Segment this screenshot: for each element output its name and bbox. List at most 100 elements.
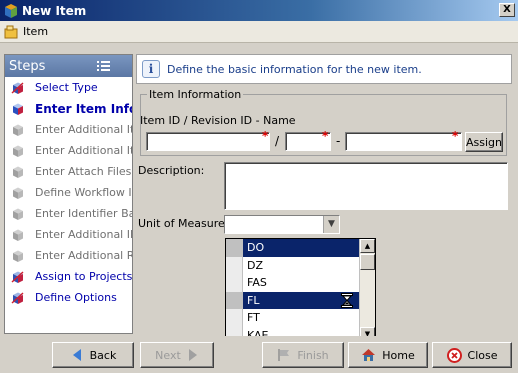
next-label: Next <box>155 348 181 362</box>
step-label: Select Type <box>35 81 98 94</box>
cube-pending-icon <box>13 187 23 199</box>
step-item[interactable]: Enter Additional Iter <box>5 140 132 161</box>
step-label: Assign to Projectss <box>35 270 133 283</box>
option-gutter <box>226 274 243 292</box>
name-input[interactable] <box>345 132 462 151</box>
step-item[interactable]: Enter Attach Files In <box>5 161 132 182</box>
item-header: Item <box>0 21 518 43</box>
step-label: Define Options <box>35 291 117 304</box>
cube-done-icon <box>11 291 24 304</box>
steps-header: Steps <box>5 55 132 77</box>
cube-pending-icon <box>13 250 23 262</box>
description-label: Description: <box>138 164 205 177</box>
info-banner: i Define the basic information for the n… <box>136 54 512 84</box>
item-header-label: Item <box>23 25 49 38</box>
uom-option-label: FAS <box>247 276 267 290</box>
uom-option[interactable]: FL <box>226 291 375 309</box>
step-label: Enter Identifier Basi <box>35 207 132 220</box>
arrow-right-icon <box>188 349 197 361</box>
uom-option[interactable]: DZ <box>226 256 375 274</box>
main-panel: i Define the basic information for the n… <box>136 54 512 342</box>
cube-done-icon <box>11 81 24 94</box>
uom-option-label: FT <box>247 311 260 325</box>
step-item[interactable]: Select Type <box>5 77 132 98</box>
option-gutter <box>226 256 243 274</box>
next-button[interactable]: Next <box>140 342 214 368</box>
step-item[interactable]: Define Options <box>5 287 132 308</box>
steps-panel: Steps Select Type Enter Item Info Enter Ad… <box>4 54 133 334</box>
unit-of-measure-label: Unit of Measure: <box>138 217 229 230</box>
dropdown-scrollbar[interactable]: ▲ ▼ <box>359 239 375 341</box>
close-button[interactable]: Close <box>432 342 512 368</box>
description-textarea[interactable] <box>224 162 508 210</box>
scroll-up-icon[interactable]: ▲ <box>360 239 375 253</box>
back-label: Back <box>89 348 117 362</box>
close-label: Close <box>467 348 498 362</box>
step-item[interactable]: Enter Additional Iter <box>5 119 132 140</box>
arrow-left-icon <box>72 349 81 361</box>
uom-option-label: DZ <box>247 258 264 272</box>
hourglass-cursor-icon <box>341 292 353 308</box>
scroll-thumb[interactable] <box>360 254 375 270</box>
home-icon <box>362 349 376 361</box>
cube-pending-icon <box>13 208 23 220</box>
step-item[interactable]: Enter Additional Rev <box>5 245 132 266</box>
step-label: Define Workflow Inf <box>35 186 133 199</box>
item-id-input[interactable] <box>146 132 270 151</box>
required-mark: * <box>452 129 459 143</box>
info-text: Define the basic information for the new… <box>167 62 422 76</box>
finish-label: Finish <box>297 348 329 362</box>
uom-dropdown-list[interactable]: DODZFASFLFTKAE ▲ ▼ <box>225 238 376 342</box>
app-icon <box>5 3 17 18</box>
unit-of-measure-select[interactable]: ▼ <box>224 215 340 234</box>
uom-option-label: DO <box>247 241 265 255</box>
step-label: Enter Additional ID i <box>35 228 132 241</box>
cube-pending-icon <box>13 166 23 178</box>
step-item[interactable]: Enter Additional ID i <box>5 224 132 245</box>
step-label: Enter Item Info <box>35 101 133 116</box>
slash-separator: / <box>275 134 280 148</box>
steps-list: Select Type Enter Item Info Enter Addition… <box>5 77 132 308</box>
option-gutter <box>226 291 243 309</box>
cube-pending-icon <box>13 229 23 241</box>
uom-option-label: FL <box>247 293 260 307</box>
step-item[interactable]: Enter Item Info <box>5 98 132 119</box>
required-mark: * <box>262 129 269 143</box>
title-bar: New Item X <box>0 0 518 21</box>
option-gutter <box>226 309 243 327</box>
required-mark: * <box>322 129 329 143</box>
dash-separator: - <box>336 134 341 148</box>
cube-done-icon <box>11 270 24 283</box>
step-label: Enter Additional Iter <box>35 144 132 157</box>
home-label: Home <box>382 348 415 362</box>
step-label: Enter Additional Iter <box>35 123 132 136</box>
close-window-button[interactable]: X <box>499 3 515 17</box>
step-label: Enter Additional Rev <box>35 249 132 262</box>
home-button[interactable]: Home <box>348 342 428 368</box>
step-item[interactable]: Define Workflow Inf <box>5 182 132 203</box>
assign-button[interactable]: Assign <box>465 132 503 152</box>
chevron-down-icon[interactable]: ▼ <box>323 216 339 233</box>
id-revision-name-label: Item ID / Revision ID - Name <box>140 114 296 127</box>
back-button[interactable]: Back <box>52 342 134 368</box>
finish-button[interactable]: Finish <box>262 342 344 368</box>
step-item[interactable]: Enter Identifier Basi <box>5 203 132 224</box>
cube-pending-icon <box>13 145 23 157</box>
close-icon <box>446 347 462 363</box>
steps-title: Steps <box>9 58 46 74</box>
cube-pending-icon <box>13 124 23 136</box>
list-icon[interactable] <box>97 60 110 72</box>
group-title: Item Information <box>147 88 244 101</box>
uom-option[interactable]: FAS <box>226 274 375 292</box>
info-icon: i <box>142 60 160 78</box>
flag-icon <box>278 349 290 361</box>
cube-current-icon <box>13 103 23 115</box>
uom-options: DODZFASFLFTKAE <box>226 239 375 341</box>
step-item[interactable]: Assign to Projectss <box>5 266 132 287</box>
option-gutter <box>226 239 243 257</box>
window-title: New Item <box>22 3 87 18</box>
uom-option[interactable]: FT <box>226 309 375 327</box>
step-label: Enter Attach Files In <box>35 165 132 178</box>
uom-option[interactable]: DO <box>226 239 375 257</box>
item-icon <box>4 25 18 38</box>
